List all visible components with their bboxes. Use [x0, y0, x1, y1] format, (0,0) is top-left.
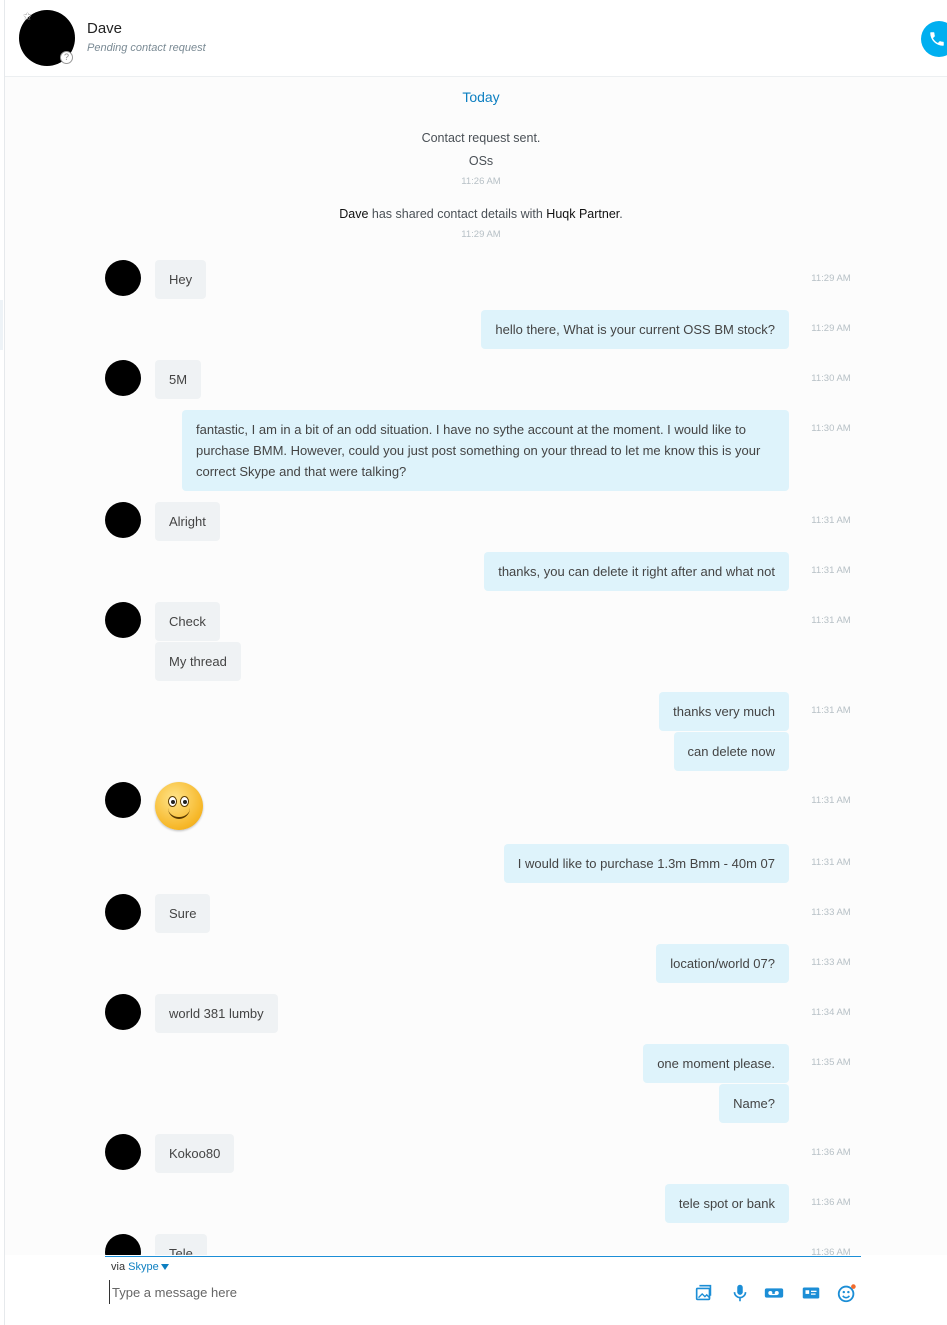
message-input[interactable] — [109, 1280, 674, 1304]
send-via: via Skype — [111, 1261, 169, 1273]
message-time: 11:36 AM — [811, 1197, 851, 1208]
call-button[interactable] — [921, 21, 947, 57]
message-bubble-incoming[interactable]: Hey — [155, 260, 207, 299]
system-message-time: 11:29 AM — [461, 229, 501, 240]
composer-divider — [105, 1256, 861, 1257]
message-time: 11:30 AM — [811, 423, 851, 434]
avatar[interactable] — [105, 1134, 141, 1170]
message-bubble-outgoing[interactable]: tele spot or bank — [664, 1184, 789, 1223]
message-bubble-incoming[interactable]: Sure — [155, 894, 211, 933]
message-bubble-incoming[interactable]: Alright — [155, 502, 220, 541]
system-message-target[interactable]: Huqk Partner — [546, 207, 619, 221]
favorite-star-icon[interactable]: ✩ — [21, 11, 34, 24]
system-message-suffix: . — [619, 207, 623, 221]
day-separator: Today — [462, 89, 500, 105]
message-time: 11:36 AM — [811, 1147, 851, 1158]
system-message-actor[interactable]: Dave — [339, 207, 368, 221]
send-via-selector[interactable]: Skype — [128, 1261, 159, 1273]
unknown-status-icon: ? — [60, 51, 73, 64]
message-time: 11:31 AM — [811, 795, 851, 806]
chevron-down-icon[interactable] — [160, 1264, 169, 1271]
avatar[interactable] — [105, 602, 141, 638]
message-history[interactable]: Today Contact request sent. OSs 11:26 AM… — [5, 77, 947, 1255]
avatar[interactable] — [105, 360, 141, 396]
message-time: 11:31 AM — [811, 705, 851, 716]
message-time: 11:31 AM — [811, 515, 851, 526]
contact-status: Pending contact request — [87, 42, 206, 54]
message-bubble-incoming[interactable]: Check — [155, 602, 220, 641]
smile-emoticon-icon[interactable] — [155, 782, 203, 830]
avatar[interactable] — [105, 894, 141, 930]
avatar[interactable] — [105, 260, 141, 296]
emoticon-icon[interactable] — [836, 1282, 858, 1304]
message-bubble-outgoing[interactable]: one moment please. — [643, 1044, 789, 1083]
system-message-text: has shared contact details with — [368, 207, 547, 221]
message-time: 11:35 AM — [811, 1057, 851, 1068]
message-time: 11:29 AM — [811, 323, 851, 334]
send-via-label: via — [111, 1261, 126, 1273]
avatar[interactable] — [105, 994, 141, 1030]
message-bubble-outgoing[interactable]: I would like to purchase 1.3m Bmm - 40m … — [503, 844, 789, 883]
system-message-time: 11:26 AM — [461, 176, 501, 187]
avatar[interactable] — [105, 502, 141, 538]
message-time: 11:31 AM — [811, 615, 851, 626]
system-message-note: OSs — [468, 154, 494, 168]
contact-card-icon[interactable] — [800, 1282, 822, 1304]
message-time: 11:36 AM — [811, 1247, 851, 1255]
message-bubble-outgoing[interactable]: thanks very much — [659, 692, 789, 731]
message-bubble-incoming[interactable]: 5M — [155, 360, 202, 399]
system-message: Dave has shared contact details with Huq… — [5, 207, 947, 221]
message-bubble-outgoing[interactable]: hello there, What is your current OSS BM… — [481, 310, 789, 349]
system-message: Contact request sent. — [421, 131, 541, 145]
microphone-icon[interactable] — [729, 1282, 751, 1304]
message-bubble-outgoing[interactable]: location/world 07? — [656, 944, 789, 983]
conversation-header: ✩ ? Dave Pending contact request — [5, 0, 947, 77]
window-edge — [0, 300, 3, 350]
phone-icon — [930, 32, 944, 46]
message-bubble-incoming[interactable]: Tele — [155, 1234, 207, 1255]
avatar[interactable] — [105, 1234, 141, 1255]
message-time: 11:31 AM — [811, 857, 851, 868]
message-bubble-outgoing[interactable]: Name? — [719, 1084, 789, 1123]
message-time: 11:30 AM — [811, 373, 851, 384]
message-time: 11:34 AM — [811, 1007, 851, 1018]
contact-name[interactable]: Dave — [87, 20, 122, 37]
message-bubble-outgoing[interactable]: fantastic, I am in a bit of an odd situa… — [182, 410, 789, 491]
media-icon[interactable] — [693, 1282, 715, 1304]
message-time: 11:31 AM — [811, 565, 851, 576]
message-bubble-outgoing[interactable]: can delete now — [673, 732, 789, 771]
message-bubble-incoming[interactable]: world 381 lumby — [155, 994, 278, 1033]
message-bubble-outgoing[interactable]: thanks, you can delete it right after an… — [484, 552, 789, 591]
message-time: 11:33 AM — [811, 957, 851, 968]
avatar[interactable] — [105, 782, 141, 818]
message-time: 11:33 AM — [811, 907, 851, 918]
message-bubble-incoming[interactable]: Kokoo80 — [155, 1134, 235, 1173]
message-bubble-incoming[interactable]: My thread — [155, 642, 241, 681]
chat-window: ✩ ? Dave Pending contact request Today C… — [4, 0, 947, 1325]
message-time: 11:29 AM — [811, 273, 851, 284]
message-composer: via Skype — [5, 1256, 947, 1325]
video-message-icon[interactable] — [763, 1282, 785, 1304]
